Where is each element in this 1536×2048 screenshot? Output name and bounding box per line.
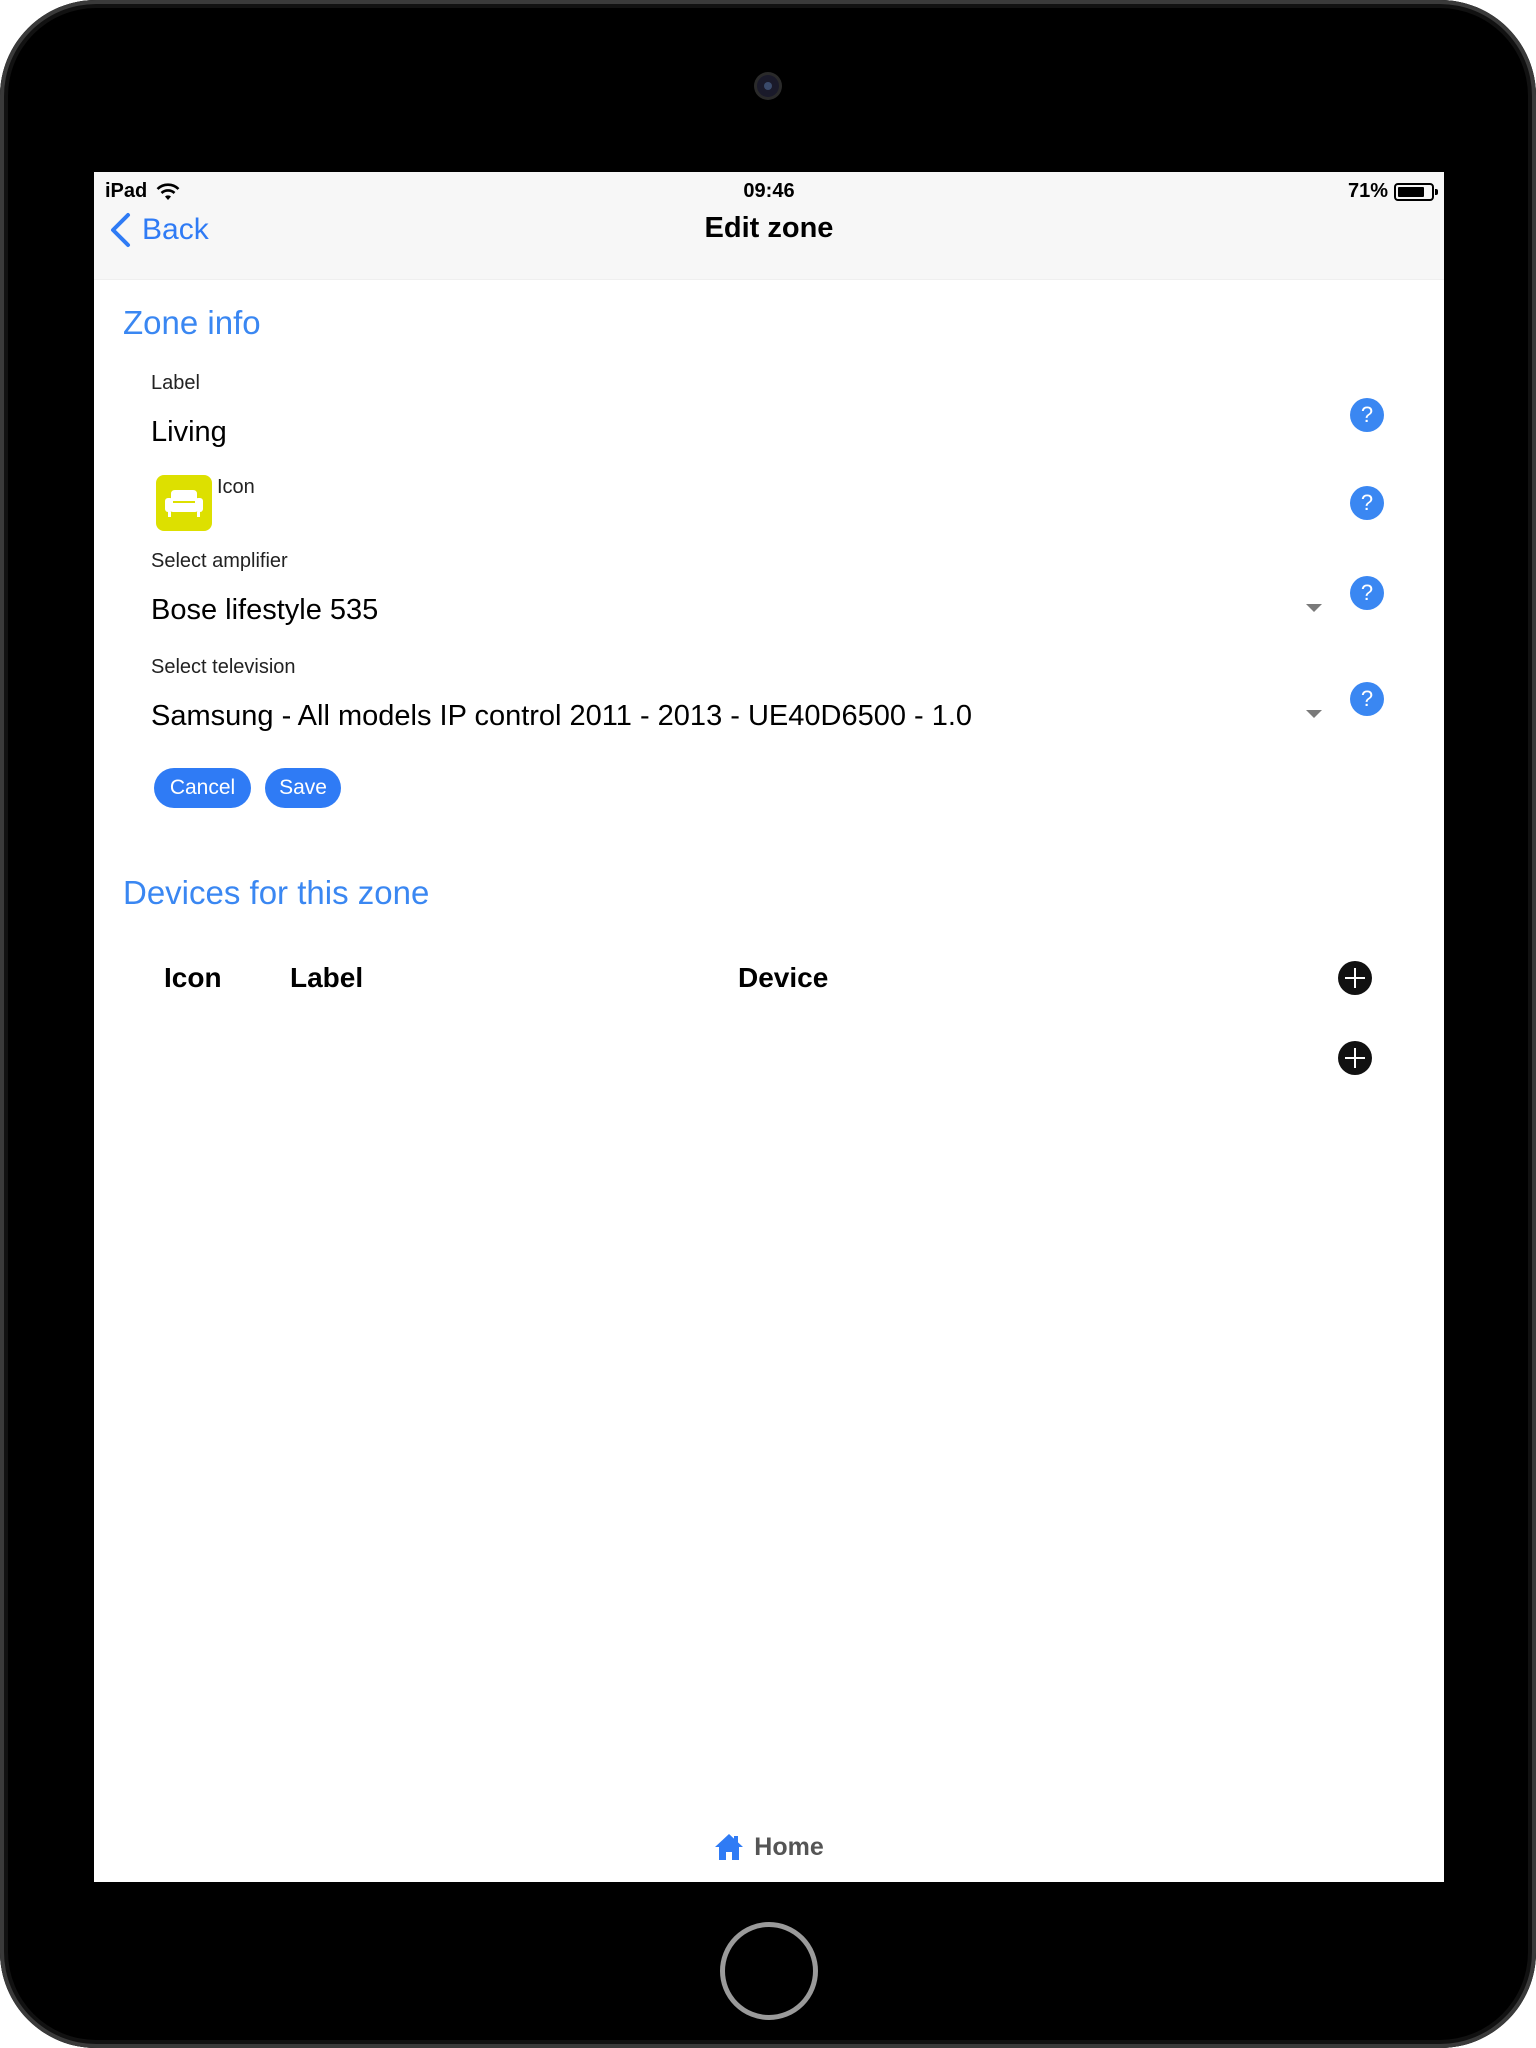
camera-icon bbox=[757, 75, 779, 97]
television-help-icon[interactable]: ? bbox=[1350, 682, 1384, 716]
hardware-home-button[interactable] bbox=[720, 1922, 818, 2020]
device-frame: iPad 09:46 71% Back Edit zone Zone info … bbox=[0, 0, 1536, 2048]
column-header-icon: Icon bbox=[164, 962, 222, 993]
amplifier-select[interactable]: Bose lifestyle 535 bbox=[151, 594, 378, 627]
television-dropdown-arrow-icon[interactable] bbox=[1306, 710, 1322, 718]
icon-help-icon[interactable]: ? bbox=[1350, 486, 1384, 520]
home-label: Home bbox=[754, 1832, 824, 1861]
battery-icon bbox=[1394, 182, 1438, 201]
cancel-button[interactable]: Cancel bbox=[154, 768, 251, 808]
devices-section-title: Devices for this zone bbox=[123, 874, 430, 911]
television-caption: Select television bbox=[151, 656, 296, 678]
column-header-label: Label bbox=[290, 962, 364, 993]
screen: iPad 09:46 71% Back Edit zone Zone info … bbox=[94, 172, 1444, 1882]
sofa-icon bbox=[165, 490, 203, 517]
television-select[interactable]: Samsung - All models IP control 2011 - 2… bbox=[151, 700, 972, 733]
label-caption: Label bbox=[151, 372, 200, 394]
label-help-icon[interactable]: ? bbox=[1350, 398, 1384, 432]
zone-info-title: Zone info bbox=[123, 304, 261, 341]
amplifier-dropdown-arrow-icon[interactable] bbox=[1306, 604, 1322, 612]
save-button[interactable]: Save bbox=[265, 768, 341, 808]
page-title: Edit zone bbox=[704, 212, 834, 244]
amplifier-help-icon[interactable]: ? bbox=[1350, 576, 1384, 610]
navigation-bar: iPad 09:46 71% Back Edit zone bbox=[94, 172, 1444, 280]
home-icon bbox=[715, 1834, 744, 1860]
status-right: 71% bbox=[1347, 180, 1438, 203]
status-time: 09:46 bbox=[743, 180, 795, 202]
battery-percentage: 71% bbox=[1347, 180, 1388, 202]
icon-caption: Icon bbox=[217, 476, 255, 498]
amplifier-caption: Select amplifier bbox=[151, 550, 288, 572]
add-device-icon[interactable] bbox=[1338, 961, 1372, 995]
add-device-row-icon[interactable] bbox=[1338, 1041, 1372, 1075]
zone-icon-picker[interactable] bbox=[156, 475, 212, 531]
home-tab[interactable]: Home bbox=[94, 1832, 1444, 1862]
column-header-device: Device bbox=[738, 962, 829, 993]
label-input[interactable]: Living bbox=[151, 416, 227, 449]
